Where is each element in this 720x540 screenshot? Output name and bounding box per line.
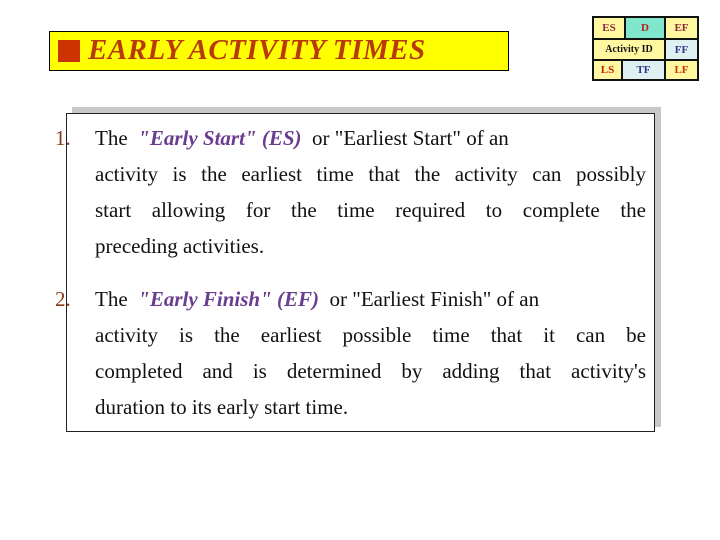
- legend-cell-ef: EF: [666, 18, 697, 38]
- term-early-finish: "Early Finish" (EF): [138, 287, 320, 311]
- legend-cell-ff: FF: [666, 40, 697, 59]
- legend-cell-es: ES: [594, 18, 624, 38]
- page-title: EARLY ACTIVITY TIMES: [88, 34, 426, 66]
- definition-line: duration to its early start time.: [95, 395, 349, 419]
- legend-cell-tf: TF: [623, 61, 664, 79]
- item-number: 2.: [55, 287, 71, 311]
- activity-node-legend: ES D EF Activity ID FF LS TF LF: [592, 16, 699, 81]
- item-number: 1.: [55, 126, 71, 150]
- legend-cell-lf: LF: [666, 61, 697, 79]
- definition-line: preceding activities.: [95, 234, 265, 258]
- definition-line: start allowing for the time required to …: [95, 198, 646, 222]
- definition-line: completed and is determined by adding th…: [95, 359, 646, 383]
- text-segment: The: [95, 287, 128, 311]
- text-segment: or "Earliest Start" of an: [312, 126, 509, 150]
- definition-line: activity is the earliest time that the a…: [95, 162, 646, 186]
- square-bullet-icon: [58, 40, 80, 62]
- text-segment: The: [95, 126, 128, 150]
- legend-cell-ls: LS: [594, 61, 621, 79]
- legend-cell-activity-id: Activity ID: [594, 40, 664, 59]
- legend-cell-d: D: [626, 18, 664, 38]
- definitions-box: 1. The "Early Start" (ES) or "Earliest S…: [55, 113, 655, 432]
- definition-line: 1. The "Early Start" (ES) or "Earliest S…: [55, 120, 686, 156]
- term-early-start: "Early Start" (ES): [138, 126, 302, 150]
- definition-item-early-start: 1. The "Early Start" (ES) or "Earliest S…: [55, 120, 652, 264]
- definition-item-early-finish: 2. The "Early Finish" (EF) or "Earliest …: [55, 281, 652, 425]
- definition-line: 2. The "Early Finish" (EF) or "Earliest …: [55, 281, 686, 317]
- definition-line: activity is the earliest possible time t…: [95, 323, 646, 347]
- text-segment: or "Earliest Finish" of an: [329, 287, 540, 311]
- title-banner: EARLY ACTIVITY TIMES: [49, 31, 509, 71]
